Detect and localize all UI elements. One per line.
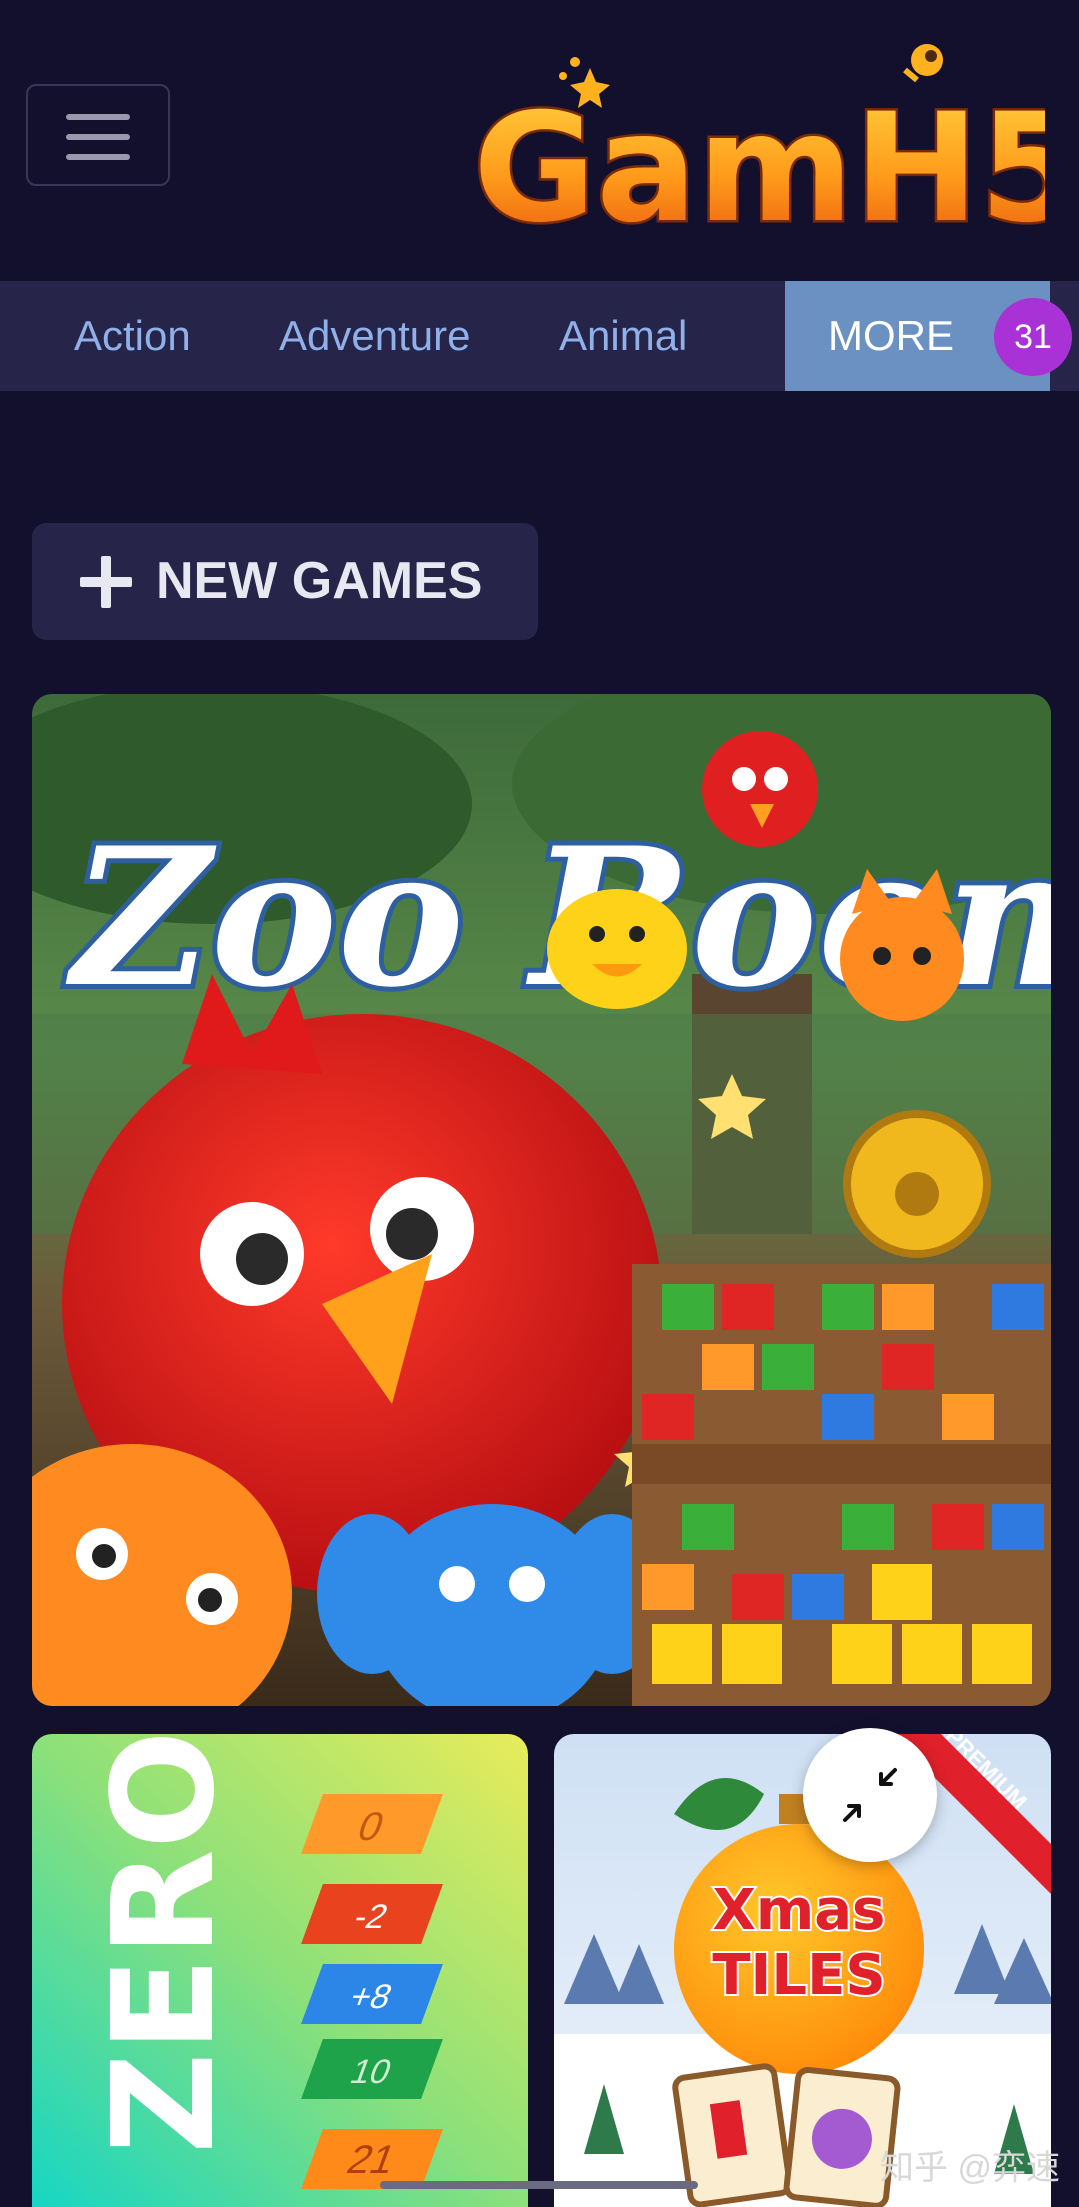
number-tile: 0 (301, 1794, 443, 1854)
logo-text: GamH5 (473, 82, 1045, 240)
new-games-button[interactable]: NEW GAMES (32, 523, 538, 640)
game-card-zero[interactable]: ZERO 0 -2 +8 10 21 (32, 1734, 528, 2207)
tile-board (632, 1264, 1051, 1706)
more-label: MORE (828, 312, 954, 359)
number-tile: 10 (301, 2039, 443, 2099)
hamburger-menu-button[interactable] (26, 84, 170, 186)
plus-icon (80, 556, 132, 608)
gamh5-logo[interactable]: GamH5 (465, 40, 1045, 240)
number-tile: -2 (301, 1884, 443, 1944)
zero-thumbnail: ZERO 0 -2 +8 10 21 (32, 1734, 528, 2207)
xmas-title-line2: TILES (712, 1943, 885, 2008)
xmas-title-line1: Xmas (713, 1878, 886, 1943)
zoo-boom-thumbnail: Zoo Boom (32, 694, 1051, 1706)
collapse-arrows-icon (843, 1768, 897, 1822)
watermark: 知乎 @弈速 (880, 2149, 1060, 2187)
category-animal[interactable]: Animal (559, 281, 687, 391)
header: GamH5 (0, 0, 1079, 280)
zero-title: ZERO (83, 1734, 246, 2154)
number-tile: +8 (301, 1964, 443, 2024)
new-games-label: NEW GAMES (156, 552, 483, 610)
menu-line-icon (66, 114, 130, 120)
more-count-badge: 31 (994, 298, 1072, 376)
menu-line-icon (66, 134, 130, 140)
game-card-zoo-boom[interactable]: Zoo Boom (32, 694, 1051, 1706)
number-tile: 21 (301, 2129, 443, 2189)
collapse-button[interactable] (803, 1728, 937, 1862)
category-action[interactable]: Action (74, 281, 191, 391)
home-indicator[interactable] (380, 2181, 698, 2189)
category-adventure[interactable]: Adventure (279, 281, 470, 391)
menu-line-icon (66, 154, 130, 160)
